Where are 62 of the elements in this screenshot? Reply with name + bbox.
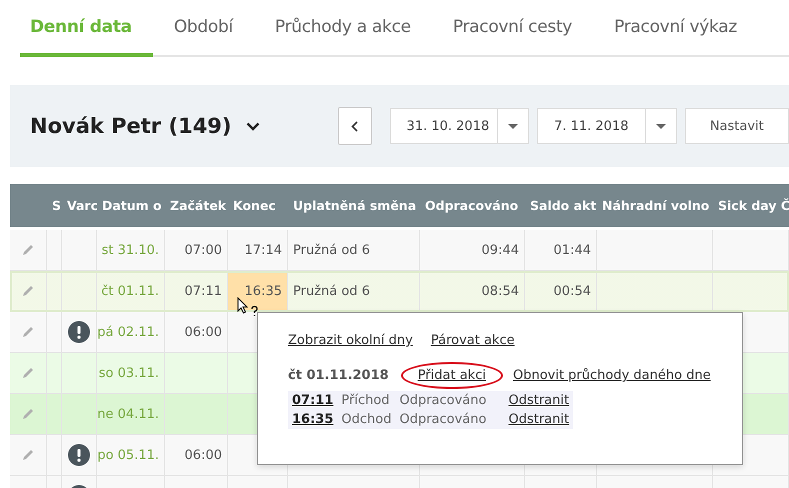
date-cell: so 03.11. (98, 366, 159, 380)
column-header[interactable]: Konec (233, 198, 276, 213)
date-cell: st 31.10. (102, 242, 159, 258)
time-cell: 17:14 (244, 242, 282, 258)
column-header[interactable]: Saldo akt (530, 198, 596, 213)
chevron-left-icon (351, 120, 358, 132)
pencil-icon[interactable] (21, 448, 35, 462)
column-header[interactable]: Náhradní volno (602, 198, 710, 213)
pencil-icon[interactable] (21, 366, 35, 380)
tab[interactable]: Období (152, 0, 254, 57)
time-cell: 00:54 (554, 284, 591, 298)
date-cell: po 05.11. (97, 448, 159, 462)
tab[interactable]: Pracovní výkaz (593, 0, 758, 57)
column-header[interactable]: Začátek (170, 198, 226, 213)
pencil-icon[interactable] (21, 243, 35, 257)
remove-link[interactable]: Odstranit (508, 393, 570, 408)
link[interactable]: Zobrazit okolní dny (288, 333, 413, 348)
person-name[interactable]: Novák Petr (149) (30, 114, 232, 138)
dropdown-caret-icon[interactable] (508, 124, 518, 128)
date-field[interactable]: 31. 10. 2018 (390, 108, 530, 144)
tab[interactable]: Průchody a akce (254, 0, 432, 57)
event-type: Odchod (341, 412, 392, 427)
link[interactable]: Párovat akce (430, 333, 515, 348)
date-cell: čt 01.11. (101, 284, 159, 298)
alert-icon (68, 444, 90, 466)
column-header[interactable]: S (52, 198, 62, 213)
time-cell: 08:54 (482, 284, 519, 298)
date-cell: pá 02.11. (97, 324, 159, 340)
remove-link[interactable]: Odstranit (508, 412, 570, 427)
shift-cell: Pružná od 6 (293, 284, 370, 298)
day-label: čt 01.11.2018 (288, 368, 389, 383)
column-header[interactable]: Odpracováno (425, 198, 518, 213)
time-cell: 16:35 (244, 284, 282, 298)
time-link[interactable]: 07:11 (292, 393, 334, 408)
time-link[interactable]: 16:35 (292, 412, 334, 427)
previous-button[interactable] (338, 107, 372, 145)
event-type: Příchod (341, 393, 391, 408)
link[interactable]: Přidat akci (400, 362, 503, 389)
column-header[interactable]: Sick day Č (718, 198, 789, 213)
time-cell: 07:11 (184, 284, 222, 298)
date-cell: ne 04.11. (97, 406, 159, 422)
shift-cell: Pružná od 6 (293, 242, 370, 258)
time-cell: 09:44 (482, 242, 519, 258)
column-header[interactable]: Uplatněná směna (293, 198, 416, 213)
alert-icon (68, 321, 90, 343)
pencil-icon[interactable] (21, 284, 35, 298)
time-cell: 07:00 (184, 242, 222, 258)
time-cell: 06:00 (184, 324, 222, 340)
event-category: Odpracováno (399, 393, 486, 408)
time-cell: 06:00 (184, 448, 222, 462)
pencil-icon[interactable] (21, 407, 35, 421)
time-cell: 01:44 (554, 242, 591, 258)
chevron-down-icon[interactable] (246, 122, 260, 130)
dropdown-caret-icon[interactable] (656, 124, 666, 128)
tab[interactable]: Pracovní cesty (432, 0, 594, 57)
apply-button[interactable]: Nastavit (684, 108, 789, 144)
column-header[interactable]: Varc (67, 198, 97, 213)
link[interactable]: Obnovit průchody daného dne (512, 368, 711, 383)
pencil-icon[interactable] (21, 325, 35, 339)
date-field[interactable]: 7. 11. 2018 (537, 108, 677, 144)
event-category: Odpracováno (399, 412, 486, 427)
column-header[interactable]: Datum o (102, 198, 162, 213)
